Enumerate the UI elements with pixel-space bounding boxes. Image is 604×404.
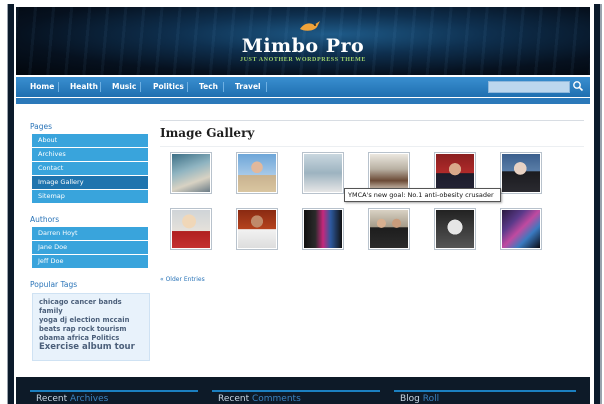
- gallery-thumb[interactable]: [302, 208, 344, 250]
- sidebar-item-about[interactable]: About: [32, 134, 148, 148]
- older-entries-link[interactable]: « Older Entries: [160, 276, 205, 283]
- nav-item-health[interactable]: Health: [70, 77, 98, 97]
- tag-line-large: Exercise album tour: [39, 343, 143, 352]
- tag-album[interactable]: album: [82, 342, 112, 352]
- gallery-thumb[interactable]: [236, 208, 278, 250]
- footer-recent-archives: Recent Archives: [30, 390, 198, 404]
- search-icon[interactable]: [572, 80, 584, 92]
- tag-line[interactable]: chicago cancer bands family: [39, 298, 143, 316]
- tags-heading: Popular Tags: [30, 280, 78, 289]
- tag-line[interactable]: beats rap rock tourism: [39, 325, 143, 334]
- author-darren-hoyt[interactable]: Darren Hoyt: [32, 227, 148, 241]
- nav-item-travel[interactable]: Travel: [235, 77, 261, 97]
- sidebar-item-sitemap[interactable]: Sitemap: [32, 190, 148, 204]
- gallery-thumb[interactable]: [170, 208, 212, 250]
- author-jane-doe[interactable]: Jane Doe: [32, 241, 148, 255]
- search-input[interactable]: [488, 81, 570, 93]
- site-footer: Recent Archives Recent Comments Blog Rol…: [16, 377, 590, 404]
- tag-cloud: chicago cancer bands family yoga dj elec…: [32, 293, 150, 361]
- image-tooltip: YMCA's new goal: No.1 anti-obesity crusa…: [344, 188, 501, 202]
- gallery-image: [370, 210, 408, 248]
- gallery-thumb[interactable]: [434, 208, 476, 250]
- gallery-image: [370, 154, 408, 192]
- footer-blog-roll: Blog Roll: [394, 390, 576, 404]
- nav-item-music[interactable]: Music: [112, 77, 136, 97]
- gallery-image: [502, 210, 540, 248]
- bird-icon: [300, 21, 320, 31]
- pages-heading: Pages: [30, 122, 53, 131]
- gallery-image: [502, 154, 540, 192]
- site-header: Mimbo Pro JUST ANOTHER WORDPRESS THEME: [16, 7, 590, 75]
- gallery-thumb[interactable]: [500, 208, 542, 250]
- nav-item-home[interactable]: Home: [30, 77, 54, 97]
- author-jeff-doe[interactable]: Jeff Doe: [32, 255, 148, 269]
- gallery-image: [436, 210, 474, 248]
- gallery-image: [172, 210, 210, 248]
- gallery-image: [172, 154, 210, 192]
- gallery-image: [436, 154, 474, 192]
- gallery-image: [238, 210, 276, 248]
- footer-recent-comments: Recent Comments: [212, 390, 380, 404]
- gallery-thumb[interactable]: [302, 152, 344, 194]
- gallery-image: [304, 154, 342, 192]
- site-title[interactable]: Mimbo Pro: [16, 35, 590, 57]
- nav-subbar: [16, 98, 590, 104]
- gallery-image: [304, 210, 342, 248]
- page-frame: Mimbo Pro JUST ANOTHER WORDPRESS THEME H…: [8, 4, 600, 404]
- main-nav: Home Health Music Politics Tech Travel: [16, 77, 590, 97]
- tag-exercise[interactable]: Exercise: [39, 342, 79, 352]
- footer-heading: Recent Comments: [218, 394, 301, 404]
- gallery-image: [238, 154, 276, 192]
- tag-tour[interactable]: tour: [115, 342, 135, 352]
- sidebar-item-image-gallery[interactable]: Image Gallery: [32, 176, 148, 190]
- site-tagline: JUST ANOTHER WORDPRESS THEME: [240, 57, 366, 63]
- page-title: Image Gallery: [160, 126, 255, 140]
- gallery-thumb[interactable]: [170, 152, 212, 194]
- nav-item-politics[interactable]: Politics: [153, 77, 184, 97]
- footer-heading: Blog Roll: [400, 394, 440, 404]
- nav-item-tech[interactable]: Tech: [199, 77, 218, 97]
- authors-heading: Authors: [30, 215, 60, 224]
- gallery-thumb[interactable]: [500, 152, 542, 194]
- gallery-thumb[interactable]: [368, 208, 410, 250]
- sidebar-item-archives[interactable]: Archives: [32, 148, 148, 162]
- tag-line[interactable]: yoga dj election mccain: [39, 316, 143, 325]
- sidebar-item-contact[interactable]: Contact: [32, 162, 148, 176]
- gallery-thumb[interactable]: [236, 152, 278, 194]
- footer-heading: Recent Archives: [36, 394, 109, 404]
